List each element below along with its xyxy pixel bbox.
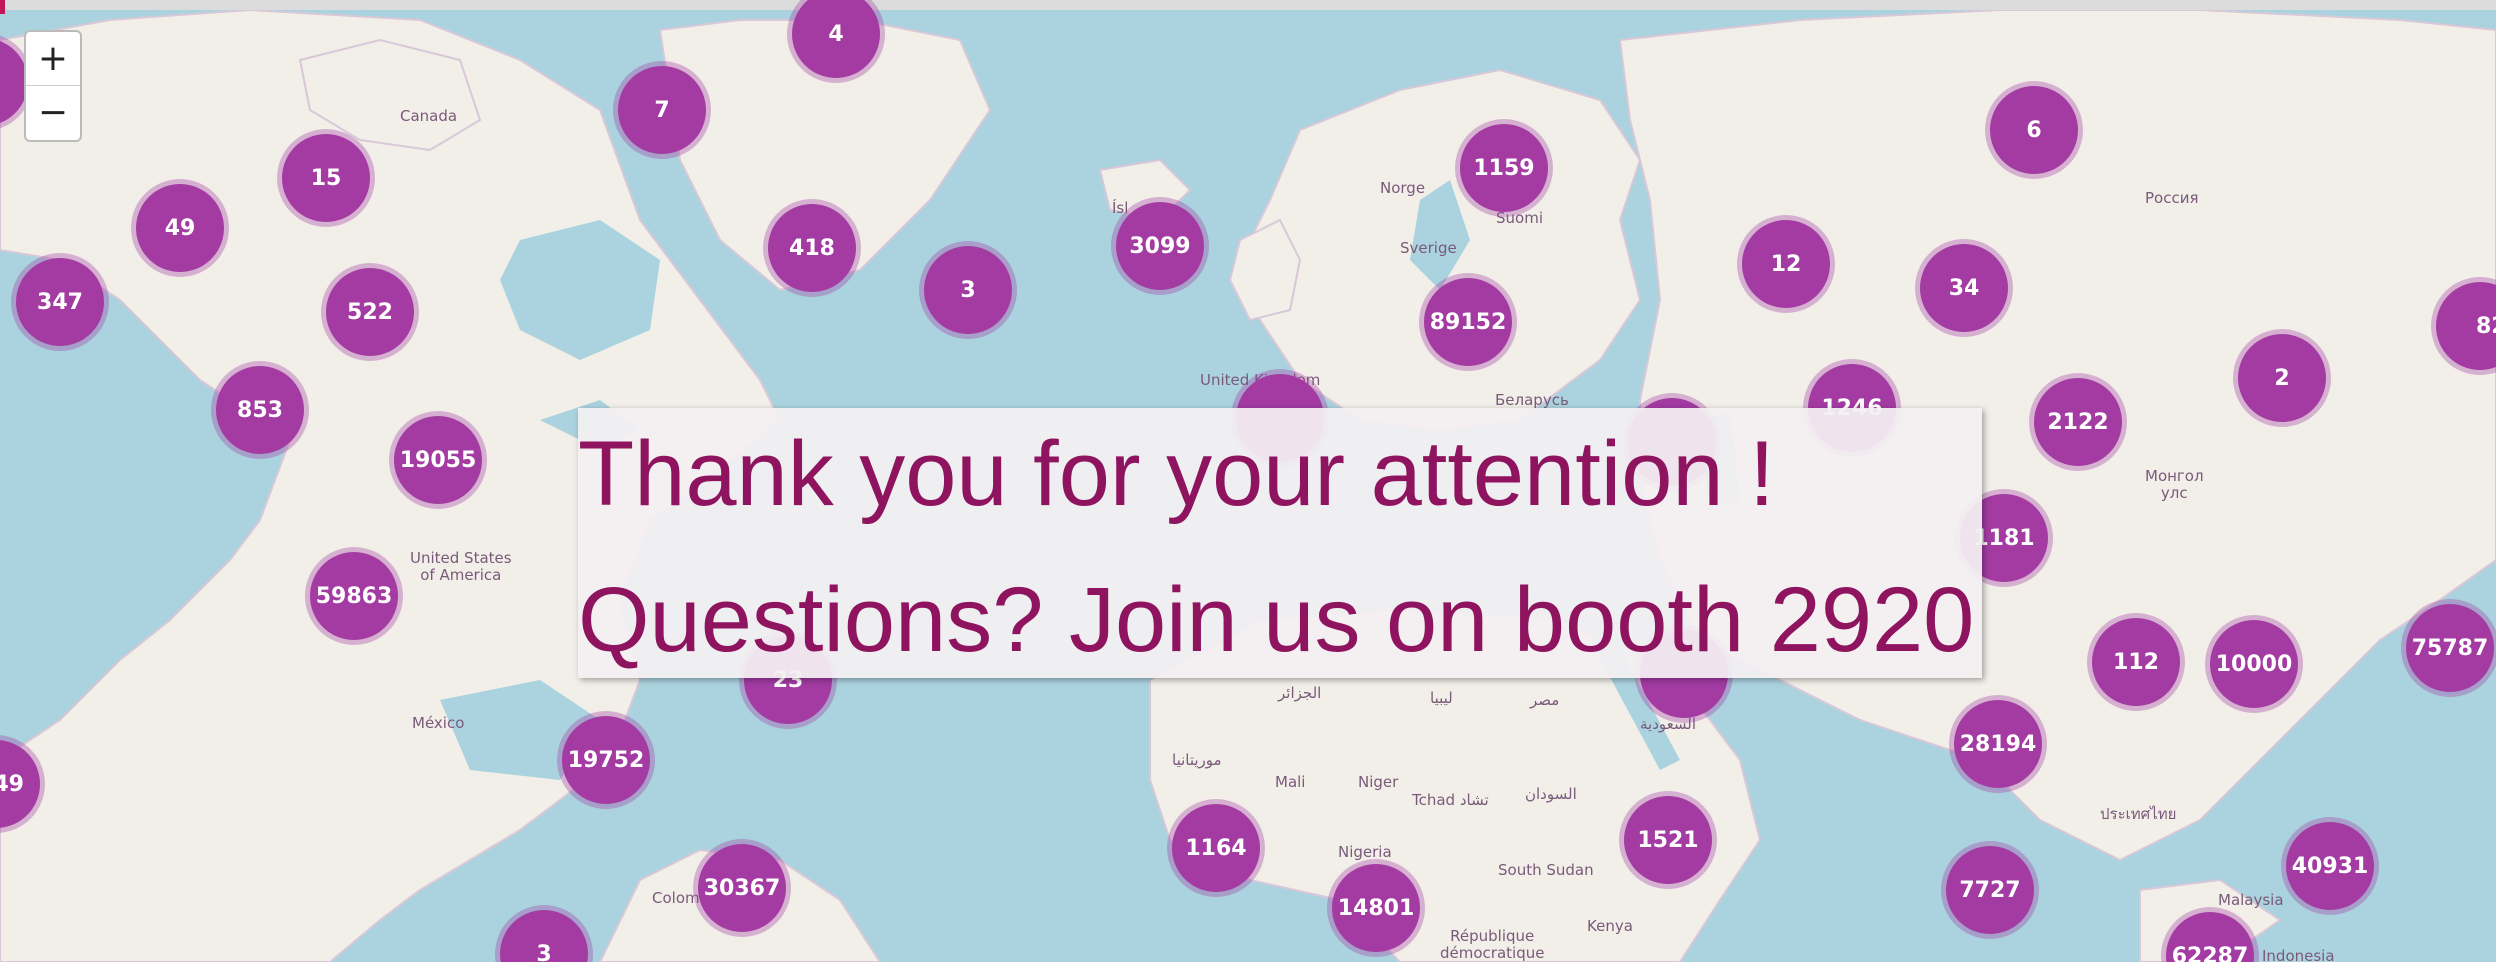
place-label: Tchad تشاد	[1412, 791, 1489, 809]
marker-cluster[interactable]: 7727	[1946, 846, 2034, 934]
marker-cluster[interactable]: 7	[618, 66, 706, 154]
place-label: Canada	[400, 107, 458, 125]
place-label: ليبيا	[1430, 689, 1453, 707]
place-label: Indonesia	[2262, 947, 2335, 962]
marker-cluster[interactable]: 10000	[2210, 620, 2298, 708]
place-label: Norge	[1380, 179, 1426, 197]
marker-cluster[interactable]: 15	[282, 134, 370, 222]
marker-cluster[interactable]: 34	[1920, 244, 2008, 332]
place-label: United States of America	[410, 549, 512, 584]
place-label: Niger	[1358, 773, 1399, 791]
marker-cluster[interactable]: 89152	[1424, 278, 1512, 366]
marker-cluster[interactable]: 12	[1742, 220, 1830, 308]
marker-cluster[interactable]: 6	[1990, 86, 2078, 174]
place-label: Colom	[652, 889, 700, 907]
zoom-out-button[interactable]: −	[26, 86, 80, 139]
zoom-control: + −	[24, 30, 82, 142]
place-label: Монгол улс	[2145, 467, 2204, 502]
marker-cluster[interactable]: 3	[924, 246, 1012, 334]
place-label: السعودية	[1640, 715, 1697, 733]
place-label: مصر	[1530, 691, 1560, 709]
marker-cluster[interactable]: 49	[136, 184, 224, 272]
banner-line-2: Questions? Join us on booth 2920	[578, 569, 1975, 671]
marker-cluster[interactable]: 1521	[1624, 796, 1712, 884]
place-label: السودان	[1525, 785, 1577, 803]
place-label: Kenya	[1587, 917, 1633, 935]
place-label: Россия	[2145, 189, 2199, 207]
banner-line-1: Thank you for your attention !	[578, 423, 1775, 525]
marker-cluster[interactable]: 19055	[394, 416, 482, 504]
marker-cluster[interactable]: 347	[16, 258, 104, 346]
marker-cluster[interactable]: 522	[326, 268, 414, 356]
place-label: Беларусь	[1495, 391, 1569, 409]
place-label: Ísl	[1112, 199, 1129, 217]
marker-cluster[interactable]: 1159	[1460, 124, 1548, 212]
place-label: Suomi	[1496, 209, 1543, 227]
message-banner: Thank you for your attention ! Questions…	[578, 408, 1982, 678]
place-label: République démocratique	[1440, 927, 1545, 962]
marker-cluster[interactable]: 28194	[1954, 700, 2042, 788]
place-label: Nigeria	[1338, 843, 1392, 861]
place-label: موريتانيا	[1172, 751, 1222, 769]
marker-cluster[interactable]: 1164	[1172, 804, 1260, 892]
marker-cluster[interactable]: 75787	[2406, 604, 2494, 692]
marker-cluster[interactable]: 14801	[1332, 864, 1420, 952]
place-label: ประเทศไทย	[2100, 805, 2177, 823]
top-bar	[0, 0, 2496, 10]
place-label: Malaysia	[2218, 891, 2284, 909]
marker-cluster[interactable]: 2	[2238, 334, 2326, 422]
zoom-in-button[interactable]: +	[26, 32, 80, 85]
place-label: Sverige	[1400, 239, 1457, 257]
marker-cluster[interactable]: 418	[768, 204, 856, 292]
marker-cluster[interactable]: 853	[216, 366, 304, 454]
marker-cluster[interactable]: 30367	[698, 844, 786, 932]
place-label: South Sudan	[1498, 861, 1594, 879]
place-label: الجزائر	[1278, 684, 1322, 702]
marker-cluster[interactable]: 3099	[1116, 202, 1204, 290]
place-label: Mali	[1275, 773, 1306, 791]
left-edge-marker	[0, 0, 5, 14]
marker-cluster[interactable]: 40931	[2286, 822, 2374, 910]
map[interactable]: Canada United States of America México N…	[0, 0, 2496, 962]
place-label: México	[412, 714, 465, 732]
marker-cluster[interactable]: 59863	[310, 552, 398, 640]
marker-cluster[interactable]: 112	[2092, 618, 2180, 706]
marker-cluster[interactable]: 19752	[562, 716, 650, 804]
marker-cluster[interactable]: 2122	[2034, 378, 2122, 466]
